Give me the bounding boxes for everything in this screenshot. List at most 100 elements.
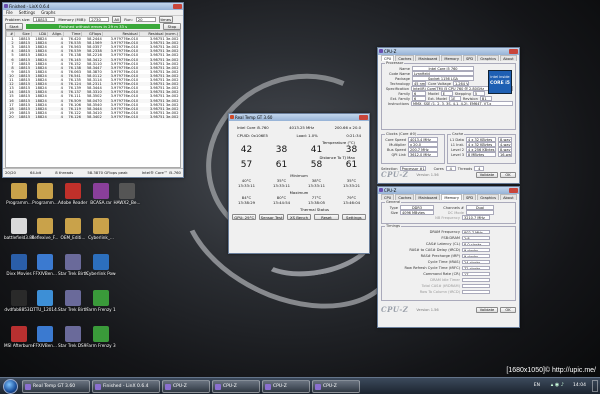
- cache-group: Cache L1 Data 4 x 32 KBytes 8-way L1 Inst. 4 …: [447, 132, 516, 164]
- field-value: 72 clocks: [462, 265, 490, 271]
- titlebar[interactable]: CPU-Z: [378, 48, 519, 55]
- all-button[interactable]: All: [112, 16, 122, 23]
- codename-value: Lynnfield: [412, 71, 474, 76]
- cpu-name: Intel Core i5-760: [237, 125, 269, 130]
- app-icon: [165, 384, 171, 390]
- desktop-icon[interactable]: Reflexive_F...: [30, 218, 60, 240]
- table-cell: 20: [6, 114, 15, 119]
- table-row[interactable]: 20 18815 18824 4 76.126 58.3402 3.979776e-010 3…: [6, 114, 180, 119]
- tab-spd[interactable]: SPD: [462, 194, 477, 200]
- start-button[interactable]: Start: [5, 23, 23, 30]
- cpuz-cpu-window[interactable]: CPU-Z CPU Caches Mainboard Memory SPD Graphic…: [377, 47, 520, 184]
- min-time-value: 13:33:11: [272, 183, 291, 188]
- tab-graphics[interactable]: Graphics: [477, 55, 500, 61]
- version-label: Version 1.56: [416, 172, 439, 177]
- desktop-icon[interactable]: Cyberlink PowerDVD: [86, 254, 116, 276]
- tab-spd[interactable]: SPD: [462, 55, 477, 61]
- language-indicator[interactable]: EN: [534, 383, 540, 388]
- menu-item[interactable]: Settings: [19, 10, 35, 15]
- status-field: 20/20: [5, 169, 16, 175]
- core-distance-value: 61: [345, 160, 358, 170]
- linx-window[interactable]: Finished - LinX 0.6.4 File Settings Graphs…: [2, 2, 184, 178]
- realtemp-button[interactable]: Settings: [341, 214, 367, 220]
- show-desktop-button[interactable]: [592, 380, 598, 392]
- titlebar[interactable]: Finished - LinX 0.6.4: [3, 3, 183, 10]
- file-icon: [37, 326, 53, 342]
- desktop-icon[interactable]: Star Trek Birth of t...: [58, 290, 88, 312]
- menu-item[interactable]: Graphs: [41, 10, 55, 15]
- tab-mainboard[interactable]: Mainboard: [415, 194, 441, 200]
- start-button[interactable]: [3, 379, 18, 394]
- status-field: Intel® Core™ i5-760: [141, 169, 181, 175]
- desktop-icon[interactable]: FFXIVBen...: [30, 326, 60, 348]
- desktop-icon[interactable]: Programm...: [30, 183, 60, 205]
- realtemp-button[interactable]: Reset: [314, 214, 339, 220]
- field-value: [462, 283, 490, 289]
- taskbar-button[interactable]: CPU-Z: [312, 380, 360, 393]
- realtemp-window[interactable]: Real Temp GT 3.60 Intel Core i5-760 4013.…: [228, 113, 370, 254]
- stop-button[interactable]: Stop: [163, 23, 181, 30]
- field-label: Row To Column (tRCD): [419, 290, 460, 294]
- desktop-icon[interactable]: Cyberlink_...: [86, 218, 116, 240]
- realtemp-button[interactable]: XS Bench: [286, 214, 312, 220]
- realtemp-button[interactable]: GPU: 29°C: [232, 214, 257, 220]
- memory-input[interactable]: 2730: [89, 17, 110, 22]
- file-icon: [93, 218, 109, 234]
- ok-button[interactable]: OK: [500, 306, 516, 313]
- field-value: 802.7 MHz: [462, 229, 490, 235]
- tab-memory[interactable]: Memory: [441, 55, 462, 61]
- field-label: Channels #: [443, 205, 464, 210]
- taskbar-button[interactable]: Finished - LinX 0.6.4: [92, 380, 160, 393]
- tab-graphics[interactable]: Graphics: [477, 194, 500, 200]
- desktop-icon[interactable]: Farm Frenzy 3: [86, 326, 116, 348]
- menu-item[interactable]: File: [6, 10, 13, 15]
- tab-mainboard[interactable]: Mainboard: [415, 55, 441, 61]
- distance-to-tjmax: 57 61 58 61: [229, 160, 369, 170]
- taskbar-button[interactable]: CPU-Z: [212, 380, 260, 393]
- field-value: 9 clocks: [462, 253, 490, 259]
- ok-button[interactable]: OK: [500, 171, 516, 178]
- close-button[interactable]: [509, 49, 518, 54]
- cpuz-logo: CPU-Z: [381, 305, 409, 314]
- taskbar-button[interactable]: Real Temp GT 3.60: [22, 380, 90, 393]
- titlebar[interactable]: CPU-Z: [378, 187, 519, 194]
- tab-about[interactable]: About: [500, 194, 517, 200]
- desktop-icon[interactable]: Farm Frenzy 1: [86, 290, 116, 312]
- times-select[interactable]: times: [158, 16, 173, 23]
- desktop-icon[interactable]: FFXIVBen...: [30, 254, 60, 276]
- desktop-icon[interactable]: Star Trek Birth of the...: [58, 254, 88, 276]
- app-icon: [265, 384, 271, 390]
- clock[interactable]: 14:04: [573, 383, 586, 388]
- tray-icons[interactable]: ▴ ◉ ♪: [551, 382, 564, 388]
- min-time-value: 13:33:11: [307, 183, 326, 188]
- field-value: 1T: [462, 271, 490, 277]
- validate-button[interactable]: Validate: [476, 171, 498, 178]
- app-icon: [379, 188, 383, 192]
- desktop-icon[interactable]: DTTU_12014...: [30, 290, 60, 312]
- close-button[interactable]: [173, 4, 182, 9]
- close-button[interactable]: [359, 115, 368, 120]
- taskbar-button-label: Real Temp GT 3.60: [33, 384, 76, 389]
- realtemp-button[interactable]: Sensor Test: [259, 214, 284, 220]
- tab-memory[interactable]: Memory: [441, 194, 462, 200]
- tab-about[interactable]: About: [500, 55, 517, 61]
- taskbar-button-label: CPU-Z: [323, 384, 337, 389]
- desktop-icon[interactable]: Adobe Reader 9: [58, 183, 88, 205]
- run-count-input[interactable]: 20: [135, 17, 156, 22]
- cpu-name-value: Intel Core i5 760: [412, 66, 474, 71]
- desktop-icon[interactable]: Star Trek DS9 Dominion ...: [58, 326, 88, 348]
- close-button[interactable]: [509, 188, 518, 193]
- file-icon: [37, 183, 53, 199]
- validate-button[interactable]: Validate: [476, 306, 498, 313]
- desktop-icon[interactable]: HAWX2_Be...: [112, 183, 142, 205]
- desktop-icon-label: Star Trek Birth of the...: [58, 271, 88, 276]
- linx-controls: Problem size: 18815 Memory (MiB): 2730 All…: [3, 16, 183, 23]
- problem-size-input[interactable]: 18815: [33, 17, 56, 22]
- taskbar-button[interactable]: CPU-Z: [162, 380, 210, 393]
- cpuz-memory-window[interactable]: CPU-Z CPU Caches Mainboard Memory SPD Graphic…: [377, 186, 520, 328]
- desktop-icon[interactable]: OEM_Editi...: [58, 218, 88, 240]
- core-voltage-value: 1.264 V: [452, 81, 469, 86]
- core-distance-value: 57: [240, 160, 253, 170]
- taskbar-button[interactable]: CPU-Z: [262, 380, 310, 393]
- titlebar[interactable]: Real Temp GT 3.60: [229, 114, 369, 121]
